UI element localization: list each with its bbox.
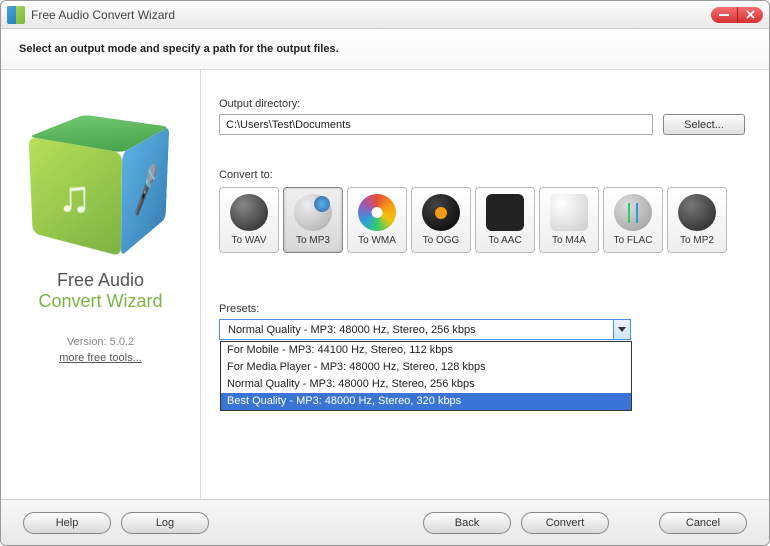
format-flac[interactable]: To FLAC — [603, 187, 663, 253]
app-logo-icon — [7, 6, 25, 24]
version-text: Version: 5.0.2 — [67, 336, 134, 348]
mp2-icon — [678, 194, 716, 231]
help-button[interactable]: Help — [23, 512, 111, 534]
ogg-icon — [422, 194, 460, 231]
aac-icon — [486, 194, 524, 231]
format-wav[interactable]: To WAV — [219, 187, 279, 253]
cancel-button[interactable]: Cancel — [659, 512, 747, 534]
preset-selected-text: Normal Quality - MP3: 48000 Hz, Stereo, … — [220, 324, 613, 336]
back-button[interactable]: Back — [423, 512, 511, 534]
format-label: To WAV — [231, 235, 266, 246]
preset-option[interactable]: For Media Player - MP3: 48000 Hz, Stereo… — [221, 359, 631, 376]
instruction-text: Select an output mode and specify a path… — [1, 29, 769, 70]
format-label: To OGG — [423, 235, 460, 246]
wizard-body: 🎤 ♫ Free Audio Convert Wizard Version: 5… — [1, 70, 769, 499]
format-m4a[interactable]: To M4A — [539, 187, 599, 253]
format-label: To MP3 — [296, 235, 330, 246]
format-mp2[interactable]: To MP2 — [667, 187, 727, 253]
preset-option[interactable]: Best Quality - MP3: 48000 Hz, Stereo, 32… — [221, 393, 631, 410]
format-buttons: To WAV To MP3 To WMA To OGG To AAC To M4… — [219, 187, 745, 253]
convert-button[interactable]: Convert — [521, 512, 609, 534]
convert-to-label: Convert to: — [219, 169, 745, 181]
preset-option[interactable]: Normal Quality - MP3: 48000 Hz, Stereo, … — [221, 376, 631, 393]
format-ogg[interactable]: To OGG — [411, 187, 471, 253]
format-label: To FLAC — [614, 235, 653, 246]
more-tools-link[interactable]: more free tools... — [59, 352, 142, 364]
format-aac[interactable]: To AAC — [475, 187, 535, 253]
preset-select[interactable]: Normal Quality - MP3: 48000 Hz, Stereo, … — [219, 319, 631, 340]
dropdown-arrow-icon — [613, 320, 630, 339]
minimize-button[interactable] — [711, 7, 737, 23]
app-name: Free Audio Convert Wizard — [38, 270, 162, 312]
format-label: To MP2 — [680, 235, 714, 246]
sidebar: 🎤 ♫ Free Audio Convert Wizard Version: 5… — [1, 70, 201, 499]
wizard-window: Free Audio Convert Wizard Select an outp… — [0, 0, 770, 546]
log-button[interactable]: Log — [121, 512, 209, 534]
mp3-icon — [294, 194, 332, 231]
close-button[interactable] — [737, 7, 763, 23]
wav-icon — [230, 194, 268, 231]
output-dir-input[interactable] — [219, 114, 653, 135]
select-dir-button[interactable]: Select... — [663, 114, 745, 135]
app-name-line1: Free Audio — [38, 270, 162, 291]
output-dir-label: Output directory: — [219, 98, 745, 110]
preset-option[interactable]: For Mobile - MP3: 44100 Hz, Stereo, 112 … — [221, 342, 631, 359]
format-label: To M4A — [552, 235, 586, 246]
wma-icon — [358, 194, 396, 231]
format-wma[interactable]: To WMA — [347, 187, 407, 253]
preset-dropdown: For Mobile - MP3: 44100 Hz, Stereo, 112 … — [220, 341, 632, 411]
format-mp3[interactable]: To MP3 — [283, 187, 343, 253]
window-title: Free Audio Convert Wizard — [31, 8, 711, 22]
app-cube-icon: 🎤 ♫ — [41, 120, 161, 240]
flac-icon — [614, 194, 652, 231]
format-label: To AAC — [488, 235, 521, 246]
footer: Help Log Back Convert Cancel — [1, 499, 769, 545]
presets-label: Presets: — [219, 303, 745, 315]
m4a-icon — [550, 194, 588, 231]
format-label: To WMA — [358, 235, 396, 246]
app-name-line2: Convert Wizard — [38, 291, 162, 312]
main-panel: Output directory: Select... Convert to: … — [201, 70, 769, 499]
titlebar: Free Audio Convert Wizard — [1, 1, 769, 29]
